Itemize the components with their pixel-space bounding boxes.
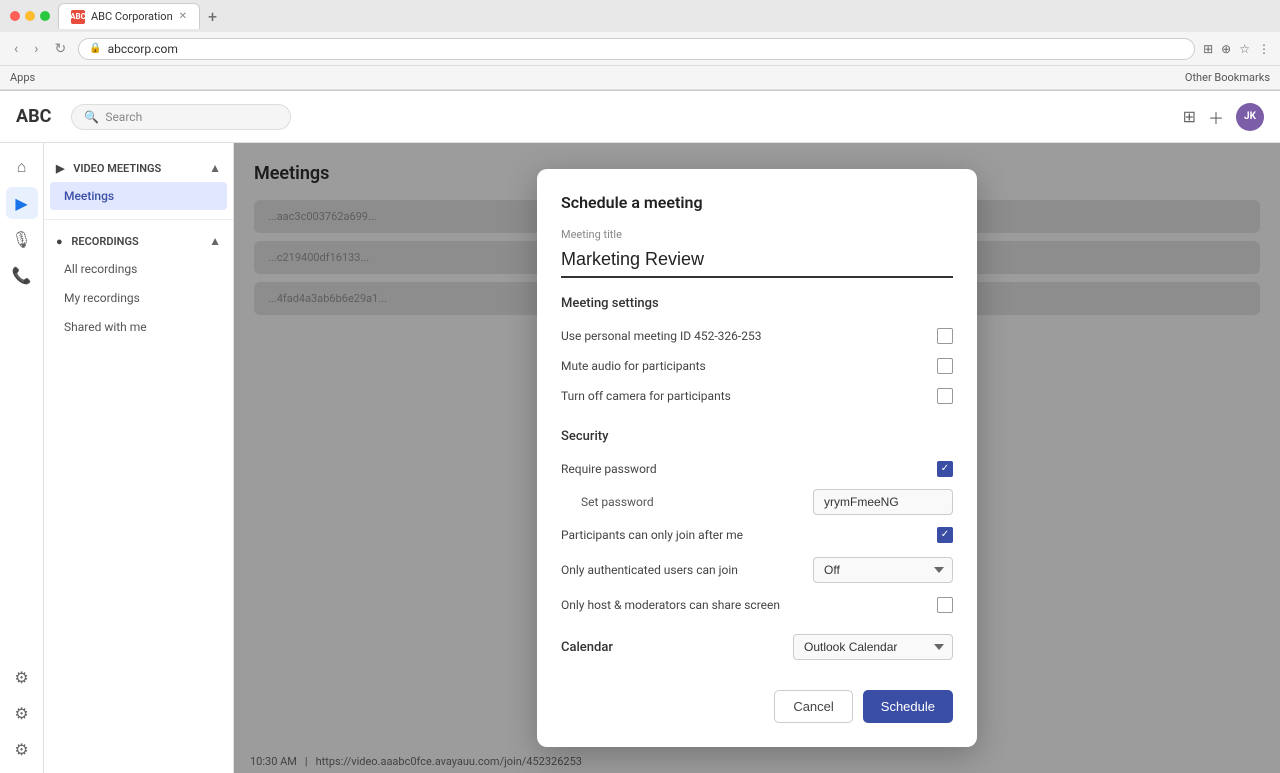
sidebar-item-all-recordings[interactable]: All recordings bbox=[50, 255, 227, 283]
app-container: ⌂ ▶ 🎙 📞 ⚙ ⚙ ⚙ ▶ VIDEO MEETINGS ▲ Meeting… bbox=[0, 143, 1280, 773]
mute-audio-label: Mute audio for participants bbox=[561, 359, 706, 373]
set-password-label: Set password bbox=[581, 495, 654, 509]
browser-toolbar: ‹ › ↻ 🔒 abccorp.com ⊞ ⊕ ☆ ⋮ bbox=[0, 32, 1280, 66]
sidebar-icon-home[interactable]: ⌂ bbox=[6, 151, 38, 183]
extensions-icon[interactable]: ⊞ bbox=[1203, 42, 1213, 56]
video-meetings-section: ▶ VIDEO MEETINGS ▲ Meetings bbox=[44, 151, 233, 215]
turn-off-camera-label: Turn off camera for participants bbox=[561, 389, 731, 403]
turn-off-camera-row: Turn off camera for participants bbox=[561, 381, 953, 411]
host-moderators-row: Only host & moderators can share screen bbox=[561, 590, 953, 620]
plus-icon[interactable]: ＋ bbox=[1208, 105, 1224, 129]
sidebar-icons: ⌂ ▶ 🎙 📞 ⚙ ⚙ ⚙ bbox=[0, 143, 44, 773]
minimize-dot[interactable] bbox=[25, 11, 35, 21]
recordings-section: ● RECORDINGS ▲ All recordings My recordi… bbox=[44, 224, 233, 346]
tab-title: ABC Corporation bbox=[91, 10, 173, 23]
close-dot[interactable] bbox=[10, 11, 20, 21]
meeting-title-input[interactable] bbox=[561, 245, 953, 278]
recordings-label: ● RECORDINGS bbox=[56, 235, 139, 248]
host-moderators-checkbox[interactable] bbox=[937, 597, 953, 613]
bookmarks-bar: Apps Other Bookmarks bbox=[0, 66, 1280, 90]
authenticated-users-label: Only authenticated users can join bbox=[561, 563, 738, 577]
host-moderators-label: Only host & moderators can share screen bbox=[561, 598, 780, 612]
browser-titlebar: ABC ABC Corporation ✕ + bbox=[0, 0, 1280, 32]
app-header: ABC 🔍 Search ⊞ ＋ JK bbox=[0, 91, 1280, 143]
schedule-meeting-dialog: Schedule a meeting Meeting title Meeting… bbox=[537, 169, 977, 747]
meeting-title-label: Meeting title bbox=[561, 228, 953, 241]
require-password-row: Require password bbox=[561, 454, 953, 484]
authenticated-users-row: Only authenticated users can join Off On bbox=[561, 550, 953, 590]
use-personal-id-checkbox[interactable] bbox=[937, 328, 953, 344]
avatar[interactable]: JK bbox=[1236, 103, 1264, 131]
maximize-dot[interactable] bbox=[40, 11, 50, 21]
chevron-up-icon-recordings: ▲ bbox=[209, 234, 221, 248]
lock-icon: 🔒 bbox=[89, 43, 101, 54]
browser-chrome: ABC ABC Corporation ✕ + ‹ › ↻ 🔒 abccorp.… bbox=[0, 0, 1280, 91]
tab-favicon: ABC bbox=[71, 10, 85, 24]
toolbar-right: ⊞ ⊕ ☆ ⋮ bbox=[1203, 42, 1270, 56]
tab-close-icon[interactable]: ✕ bbox=[179, 11, 187, 22]
main-content: Meetings ...aac3c003762a699... ...c21940… bbox=[234, 143, 1280, 773]
address-text: abccorp.com bbox=[108, 42, 178, 56]
require-password-checkbox[interactable] bbox=[937, 461, 953, 477]
nav-panel: ▶ VIDEO MEETINGS ▲ Meetings ● RECORDINGS… bbox=[44, 143, 234, 773]
sidebar-icon-phone[interactable]: 📞 bbox=[6, 259, 38, 291]
grid-icon[interactable]: ⊞ bbox=[1183, 107, 1196, 126]
search-placeholder: Search bbox=[105, 110, 142, 124]
sidebar-icon-video[interactable]: ▶ bbox=[6, 187, 38, 219]
address-bar[interactable]: 🔒 abccorp.com bbox=[78, 38, 1195, 60]
sidebar-item-shared-with-me[interactable]: Shared with me bbox=[50, 313, 227, 341]
search-bar[interactable]: 🔍 Search bbox=[71, 104, 291, 130]
forward-button[interactable]: › bbox=[30, 39, 42, 59]
calendar-row: Calendar Outlook Calendar Google Calenda… bbox=[561, 624, 953, 670]
cancel-button[interactable]: Cancel bbox=[774, 690, 852, 723]
participants-join-checkbox[interactable] bbox=[937, 527, 953, 543]
zoom-icon[interactable]: ⊕ bbox=[1221, 42, 1231, 56]
other-bookmarks-link[interactable]: Other Bookmarks bbox=[1185, 71, 1270, 84]
video-meetings-label: ▶ VIDEO MEETINGS bbox=[56, 162, 161, 175]
star-icon[interactable]: ☆ bbox=[1239, 42, 1250, 56]
header-right: ⊞ ＋ JK bbox=[1183, 103, 1264, 131]
sidebar-icon-mic[interactable]: 🎙 bbox=[6, 223, 38, 255]
browser-tabs: ABC ABC Corporation ✕ + bbox=[58, 3, 1270, 29]
participants-join-row: Participants can only join after me bbox=[561, 520, 953, 550]
new-tab-button[interactable]: + bbox=[204, 7, 221, 26]
use-personal-id-label: Use personal meeting ID 452-326-253 bbox=[561, 329, 761, 343]
active-tab[interactable]: ABC ABC Corporation ✕ bbox=[58, 3, 200, 29]
require-password-label: Require password bbox=[561, 462, 657, 476]
search-icon: 🔍 bbox=[84, 110, 99, 124]
sidebar-icon-settings2[interactable]: ⚙ bbox=[6, 697, 38, 729]
chevron-up-icon: ▲ bbox=[209, 161, 221, 175]
set-password-row: Set password bbox=[561, 484, 953, 520]
video-meetings-header[interactable]: ▶ VIDEO MEETINGS ▲ bbox=[44, 155, 233, 181]
refresh-button[interactable]: ↻ bbox=[50, 39, 70, 59]
apps-link[interactable]: Apps bbox=[10, 71, 35, 84]
dialog-title: Schedule a meeting bbox=[561, 193, 953, 212]
back-button[interactable]: ‹ bbox=[10, 39, 22, 59]
sidebar-item-meetings[interactable]: Meetings bbox=[50, 182, 227, 210]
sidebar-item-my-recordings[interactable]: My recordings bbox=[50, 284, 227, 312]
participants-join-label: Participants can only join after me bbox=[561, 528, 743, 542]
app-logo: ABC bbox=[16, 106, 51, 127]
mute-audio-row: Mute audio for participants bbox=[561, 351, 953, 381]
nav-divider bbox=[44, 219, 233, 220]
modal-overlay: Schedule a meeting Meeting title Meeting… bbox=[234, 143, 1280, 773]
set-password-input[interactable] bbox=[813, 489, 953, 515]
calendar-label: Calendar bbox=[561, 640, 613, 655]
dialog-footer: Cancel Schedule bbox=[561, 690, 953, 723]
mute-audio-checkbox[interactable] bbox=[937, 358, 953, 374]
meeting-settings-label: Meeting settings bbox=[561, 296, 953, 311]
turn-off-camera-checkbox[interactable] bbox=[937, 388, 953, 404]
window-controls bbox=[10, 11, 50, 21]
recordings-header[interactable]: ● RECORDINGS ▲ bbox=[44, 228, 233, 254]
authenticated-users-select[interactable]: Off On bbox=[813, 557, 953, 583]
security-label: Security bbox=[561, 429, 953, 444]
use-personal-id-row: Use personal meeting ID 452-326-253 bbox=[561, 321, 953, 351]
calendar-select[interactable]: Outlook Calendar Google Calendar Other bbox=[793, 634, 953, 660]
sidebar-icon-settings[interactable]: ⚙ bbox=[6, 661, 38, 693]
menu-icon[interactable]: ⋮ bbox=[1258, 42, 1270, 56]
sidebar-icon-settings3[interactable]: ⚙ bbox=[6, 733, 38, 765]
schedule-button[interactable]: Schedule bbox=[863, 690, 953, 723]
